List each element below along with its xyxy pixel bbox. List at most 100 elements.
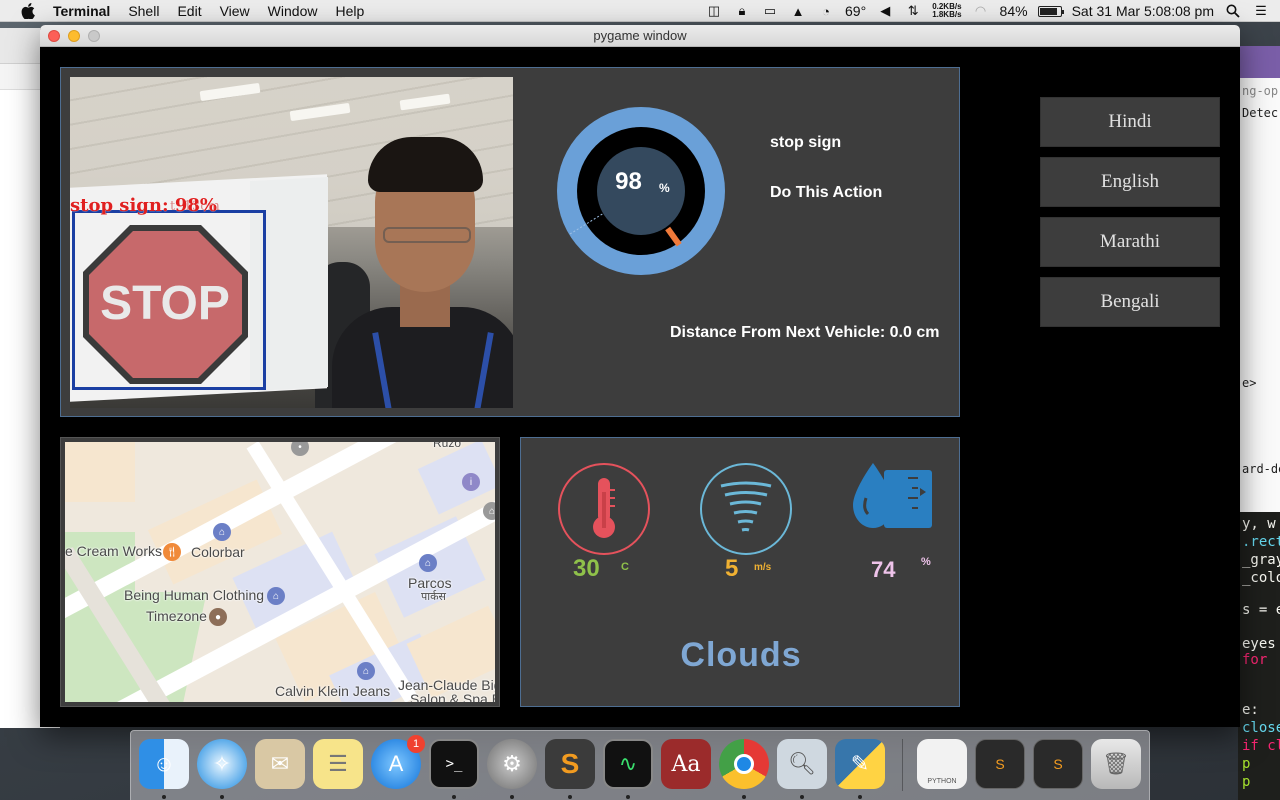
map-label-colorbar[interactable]: Colorbar <box>191 544 245 560</box>
mail-icon[interactable]: ✉ <box>255 739 305 789</box>
editor-window-icon[interactable]: S <box>975 739 1025 789</box>
lock-icon[interactable]: 🔒︎ <box>733 3 751 18</box>
code-line: _colo <box>1242 570 1280 586</box>
map-block <box>417 442 495 515</box>
app-store-icon[interactable]: A 1 <box>371 735 425 789</box>
menu-shell[interactable]: Shell <box>119 0 168 22</box>
map-label-timezone[interactable]: Timezone <box>146 608 207 624</box>
overlay-detection-label: stop sign: 98% <box>70 195 218 216</box>
apple-icon[interactable] <box>18 0 38 22</box>
activity-monitor-icon[interactable]: ∿ <box>603 739 653 789</box>
map-label-parcos-hindi[interactable]: पार्कस <box>421 589 446 604</box>
confidence-value: 98 <box>615 168 642 195</box>
map-label-calvin-klein[interactable]: Calvin Klein Jeans <box>275 683 390 699</box>
code-line: for <box>1242 652 1268 668</box>
code-line: y, w <box>1242 516 1276 532</box>
menu-view[interactable]: View <box>211 0 259 22</box>
confidence-unit: % <box>659 181 670 195</box>
map-label-salon[interactable]: Salon & Spa B <box>410 691 495 702</box>
weather-icon[interactable]: ◔ <box>817 4 835 19</box>
wifi-icon[interactable]: ◠ <box>972 3 990 18</box>
code-line: s = e <box>1242 602 1280 618</box>
shopping-pin-icon[interactable]: ⌂ <box>483 502 495 520</box>
running-indicator <box>220 795 224 799</box>
menu-bar: Terminal Shell Edit View Window Help ◫ 🔒… <box>0 0 1280 22</box>
running-indicator <box>452 795 456 799</box>
map-label-cream-works[interactable]: e Cream Works <box>65 543 162 559</box>
info-pin-icon[interactable]: i <box>462 473 480 491</box>
preview-icon[interactable]: 🔍︎ <box>777 739 827 789</box>
network-arrows-icon: ⇅ <box>907 3 919 18</box>
drive-icon[interactable]: ▲ <box>789 4 807 19</box>
finder-icon[interactable]: ☺ <box>139 739 189 789</box>
window-titlebar[interactable]: pygame window <box>40 25 1240 47</box>
window-title: pygame window <box>593 28 687 43</box>
system-preferences-icon[interactable]: ⚙ <box>487 739 537 789</box>
dock-separator <box>902 739 903 791</box>
map-view[interactable]: 🍴︎ e Cream Works ⌂ Colorbar Being Human … <box>65 442 495 702</box>
code-line: if cl <box>1242 738 1280 754</box>
running-indicator <box>858 795 862 799</box>
pin-icon[interactable]: • <box>291 442 309 456</box>
dictionary-icon[interactable]: Aa <box>661 739 711 789</box>
map-panel: 🍴︎ e Cream Works ⌂ Colorbar Being Human … <box>60 437 500 707</box>
notes-icon[interactable]: ☰ <box>313 739 363 789</box>
temperature-unit: C <box>621 561 629 573</box>
terminal-icon[interactable]: >_ <box>429 739 479 789</box>
network-speed[interactable]: 0.2KB/s 1.8KB/s <box>932 3 961 19</box>
map-label-ruzo[interactable]: Ruzo <box>433 442 461 450</box>
battery-percent[interactable]: 84% <box>1000 3 1028 19</box>
volume-icon[interactable]: ◀ <box>876 3 894 18</box>
shopping-pin-icon[interactable]: ⌂ <box>213 523 231 541</box>
display-icon[interactable]: ▭ <box>761 3 779 18</box>
camera-feed: STOP t: 13cm stop sign: 98% <box>70 77 513 408</box>
menu-app-name[interactable]: Terminal <box>44 0 119 22</box>
restaurant-pin-icon[interactable]: 🍴︎ <box>163 543 181 561</box>
battery-icon[interactable] <box>1037 5 1064 17</box>
running-indicator <box>568 795 572 799</box>
language-button-hindi[interactable]: Hindi <box>1040 97 1220 147</box>
place-pin-icon[interactable]: ● <box>209 608 227 626</box>
language-button-bengali[interactable]: Bengali <box>1040 277 1220 327</box>
network-download-speed: 1.8KB/s <box>932 10 962 19</box>
glasses <box>383 227 471 243</box>
shopping-pin-icon[interactable]: ⌂ <box>357 662 375 680</box>
language-button-marathi[interactable]: Marathi <box>1040 217 1220 267</box>
spotlight-search-icon[interactable] <box>1224 4 1242 18</box>
map-block <box>65 442 135 502</box>
status-menu-area: ◫ 🔒︎ ▭ ▲ ◔ 69° ◀ ⇅ 0.2KB/s 1.8KB/s ◠ 84%… <box>705 0 1270 22</box>
menu-edit[interactable]: Edit <box>168 0 210 22</box>
editor-line: ard-de <box>1242 462 1280 476</box>
temperature-readout[interactable]: 69° <box>845 3 866 19</box>
menu-window[interactable]: Window <box>259 0 327 22</box>
tornado-wind-icon <box>700 463 792 555</box>
running-indicator <box>510 795 514 799</box>
background-code-editor[interactable]: y, w .rect _gray _colo s = e eyes for e:… <box>1238 512 1280 800</box>
weather-condition: Clouds <box>680 636 802 674</box>
menu-help[interactable]: Help <box>326 0 373 22</box>
humidity-unit: % <box>921 556 931 568</box>
window-layout-icon[interactable]: ◫ <box>705 3 723 18</box>
map-label-being-human[interactable]: Being Human Clothing <box>124 587 264 603</box>
editor-window-icon-2[interactable]: S <box>1033 739 1083 789</box>
humidity-value: 74 <box>871 557 896 582</box>
person-hair <box>368 137 483 192</box>
python-icon[interactable]: ✎ <box>835 739 885 789</box>
shopping-pin-icon[interactable]: ⌂ <box>267 587 285 605</box>
trash-icon[interactable]: 🗑︎ <box>1091 739 1141 789</box>
detection-panel: STOP t: 13cm stop sign: 98% 98 % stop si… <box>60 67 960 417</box>
code-line: _gray <box>1242 552 1280 568</box>
notification-center-icon[interactable]: ☰ <box>1252 3 1270 18</box>
chrome-icon[interactable] <box>719 739 769 789</box>
code-line: .rect <box>1242 534 1280 550</box>
safari-icon[interactable]: ✧ <box>197 739 247 789</box>
temperature-value: 30 <box>573 555 600 582</box>
humidity-drop-icon <box>853 463 932 528</box>
python-file-icon[interactable]: PYTHON <box>917 739 967 789</box>
clock[interactable]: Sat 31 Mar 5:08:08 pm <box>1072 3 1214 19</box>
code-line: eyes <box>1242 636 1276 652</box>
language-button-english[interactable]: English <box>1040 157 1220 207</box>
sublime-text-icon[interactable]: S <box>545 739 595 789</box>
code-line: p <box>1242 756 1251 772</box>
shopping-pin-icon[interactable]: ⌂ <box>419 554 437 572</box>
